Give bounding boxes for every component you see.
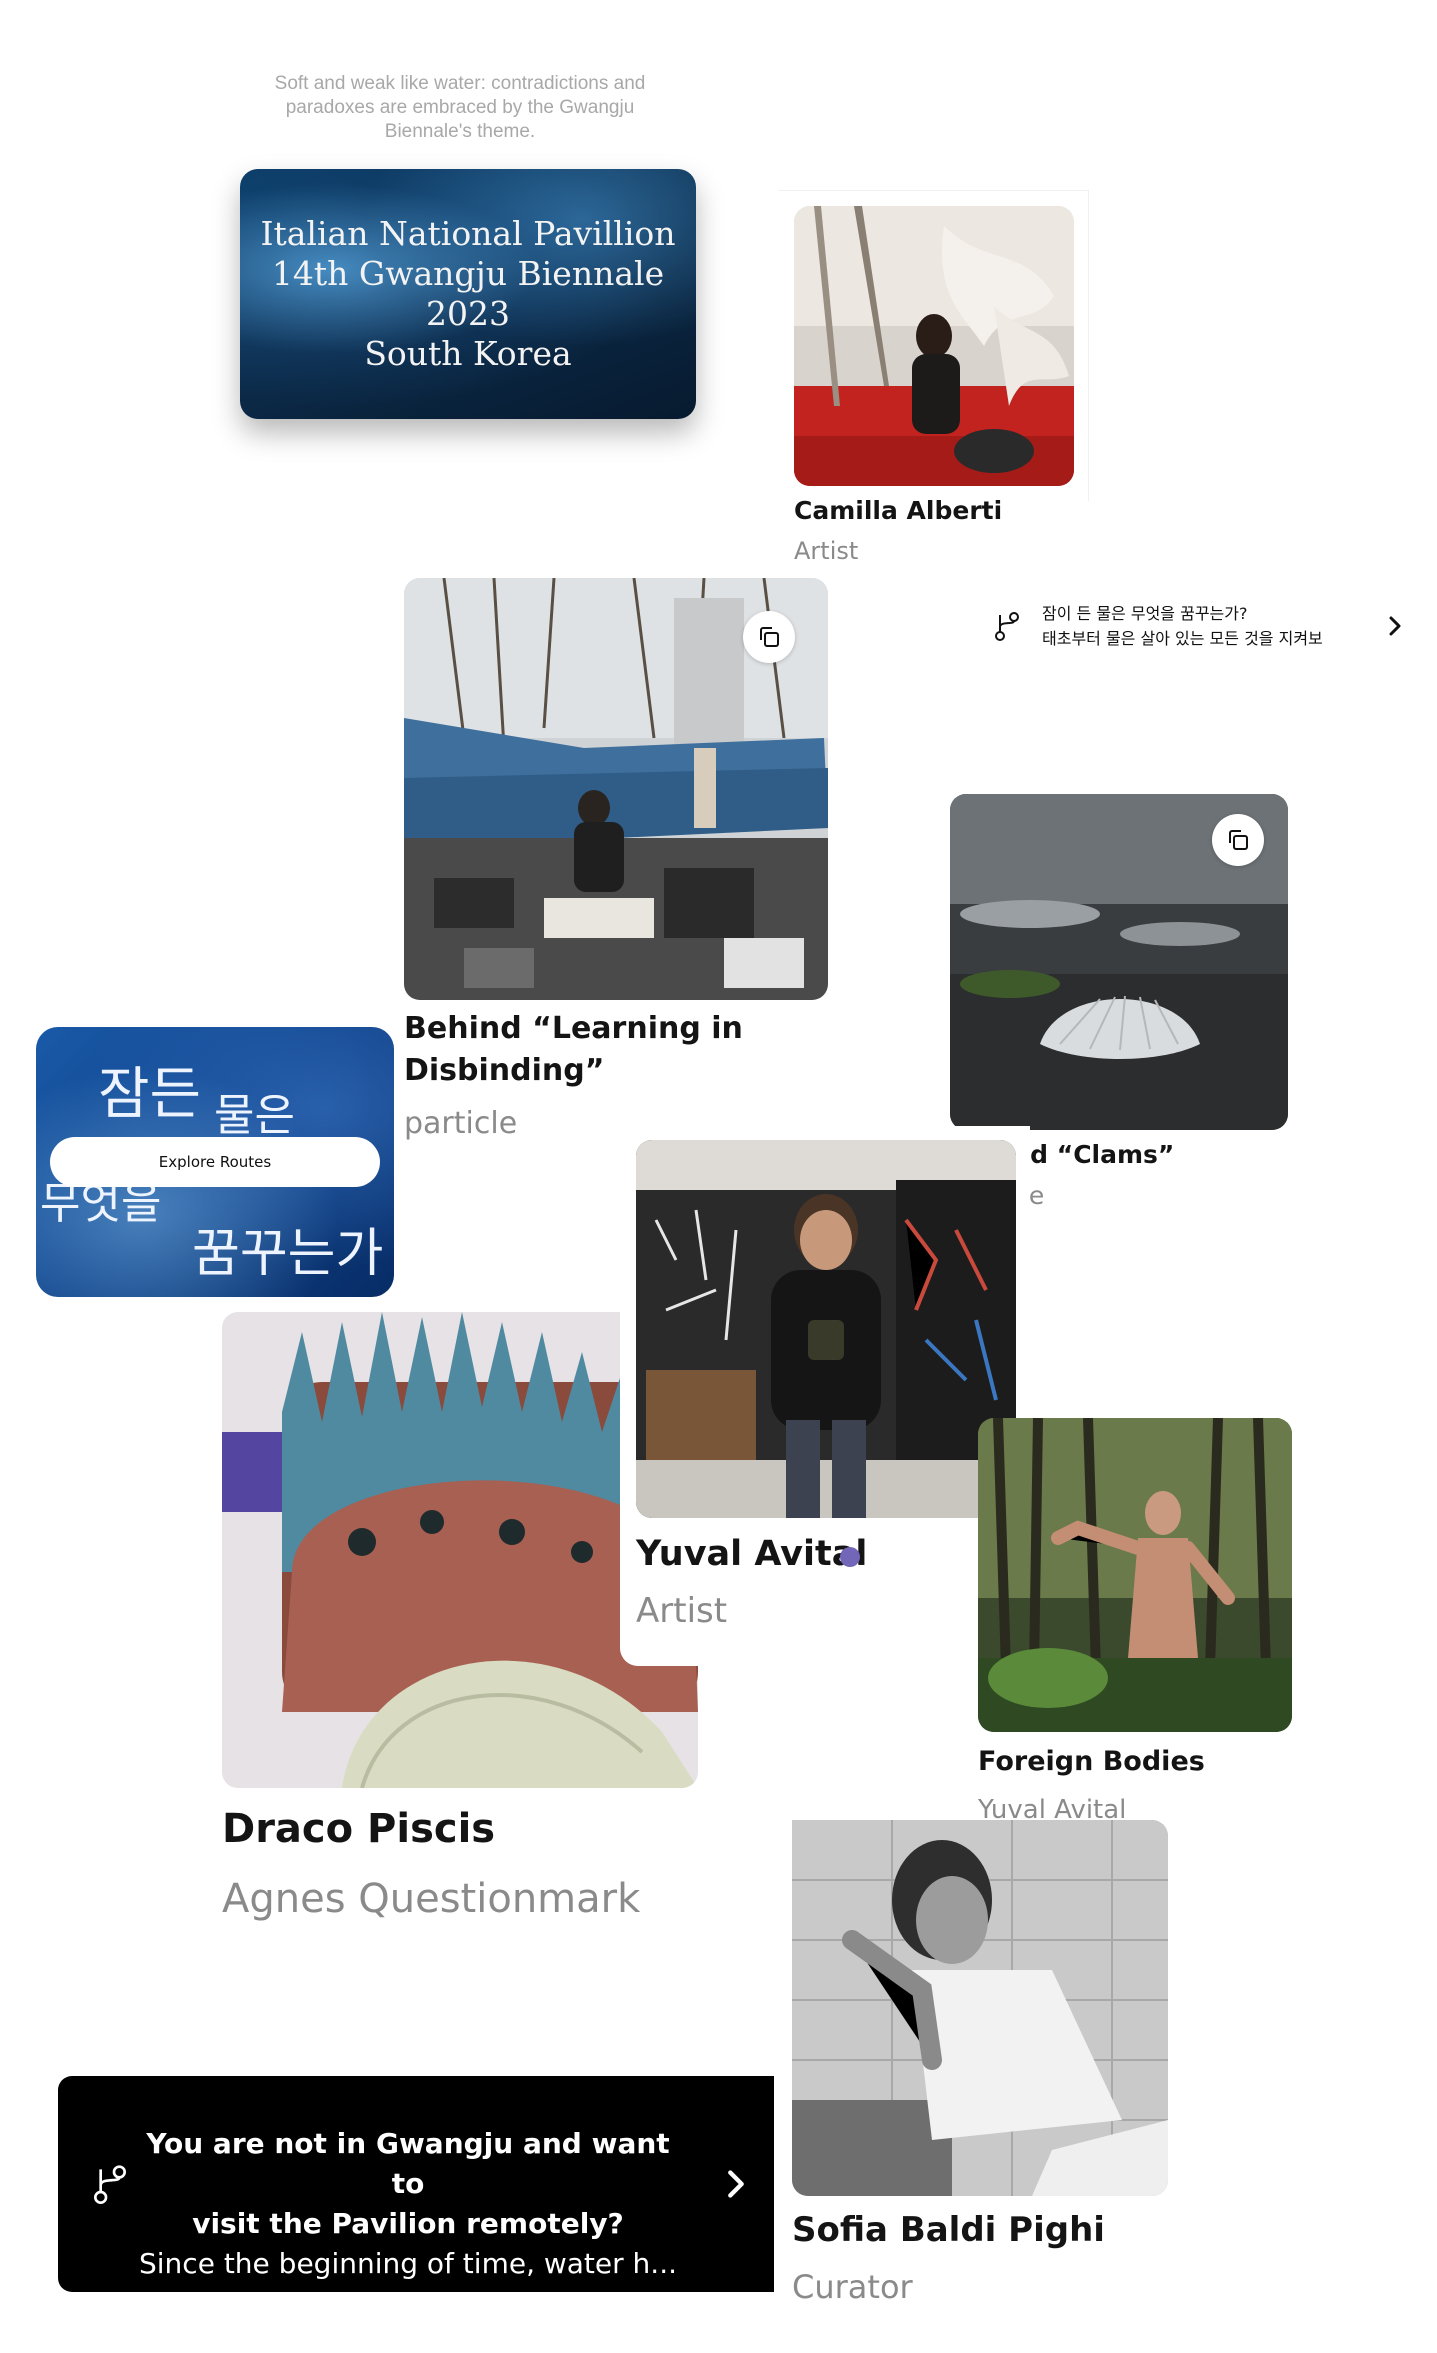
yuval-avital-name[interactable]: Yuval Avital [636, 1534, 867, 1574]
route-icon [995, 612, 1019, 641]
sofia-baldi-pighi-photo[interactable] [792, 1820, 1168, 2196]
pavilion-quote: Soft and weak like water: contradictions… [274, 73, 646, 142]
draco-piscis-title[interactable]: Draco Piscis [222, 1806, 495, 1852]
remote-banner-line-2: visit the Pavilion remotely? [192, 2207, 624, 2240]
learning-title-line-1: Behind “Learning in [404, 1011, 743, 1046]
draco-piscis-artist: Agnes Questionmark [222, 1876, 641, 1922]
yuval-avital-photo[interactable] [636, 1140, 1016, 1518]
korean-route-line-2: 태초부터 물은 살아 있는 모든 것을 지켜보 [1042, 629, 1323, 648]
remote-banner-line-3: Since the beginning of time, water h... [139, 2247, 677, 2280]
copy-icon [1229, 830, 1248, 850]
chevron-right-icon [1389, 616, 1401, 636]
learning-in-disbinding-title[interactable]: Behind “Learning in Disbinding” [404, 1008, 743, 1092]
sofia-baldi-pighi-role: Curator [792, 2268, 913, 2306]
explore-routes-button[interactable]: Explore Routes [50, 1137, 380, 1187]
foreign-bodies-title[interactable]: Foreign Bodies [978, 1746, 1205, 1777]
chevron-right-icon [728, 2170, 744, 2198]
korean-route-link[interactable]: 잠이 든 물은 무엇을 꿈꾸는가? 태초부터 물은 살아 있는 모든 것을 지켜… [990, 597, 1410, 655]
learning-in-disbinding-type: particle [404, 1106, 518, 1141]
korean-route-line-1: 잠이 든 물은 무엇을 꿈꾸는가? [1042, 604, 1248, 623]
route-icon [94, 2165, 127, 2204]
pavilion-title-line-3: South Korea [364, 334, 572, 373]
camilla-alberti-photo[interactable] [794, 206, 1074, 486]
explore-kr-line-1b: 물은 [214, 1090, 295, 1141]
remote-visit-banner[interactable]: You are not in Gwangju and want to visit… [58, 2076, 774, 2292]
explore-kr-line-3: 꿈꾸는가 [192, 1224, 384, 1284]
sofia-baldi-pighi-name[interactable]: Sofia Baldi Pighi [792, 2210, 1105, 2250]
explore-kr-line-1a: 잠든 [98, 1062, 202, 1127]
camilla-alberti-role: Artist [794, 537, 859, 565]
foreign-bodies-photo[interactable] [978, 1418, 1292, 1732]
pavilion-title-card[interactable]: Italian National Pavillion 14th Gwangju … [240, 169, 696, 419]
remote-banner-line-1: You are not in Gwangju and want to [146, 2127, 670, 2200]
pavilion-title-line-2: 14th Gwangju Biennale 2023 [271, 254, 665, 333]
pavilion-title-line-1: Italian National Pavillion [260, 214, 676, 253]
learning-copy-button[interactable] [743, 611, 795, 663]
learning-title-line-2: Disbinding” [404, 1053, 605, 1088]
copy-icon [760, 627, 779, 647]
status-dot [840, 1547, 860, 1567]
explore-routes-card[interactable]: 잠든 물은 무엇을 꿈꾸는가 Explore Routes [36, 1027, 394, 1297]
yuval-avital-role: Artist [636, 1591, 728, 1631]
camilla-alberti-name[interactable]: Camilla Alberti [794, 496, 1002, 525]
clams-copy-button[interactable] [1212, 814, 1264, 866]
